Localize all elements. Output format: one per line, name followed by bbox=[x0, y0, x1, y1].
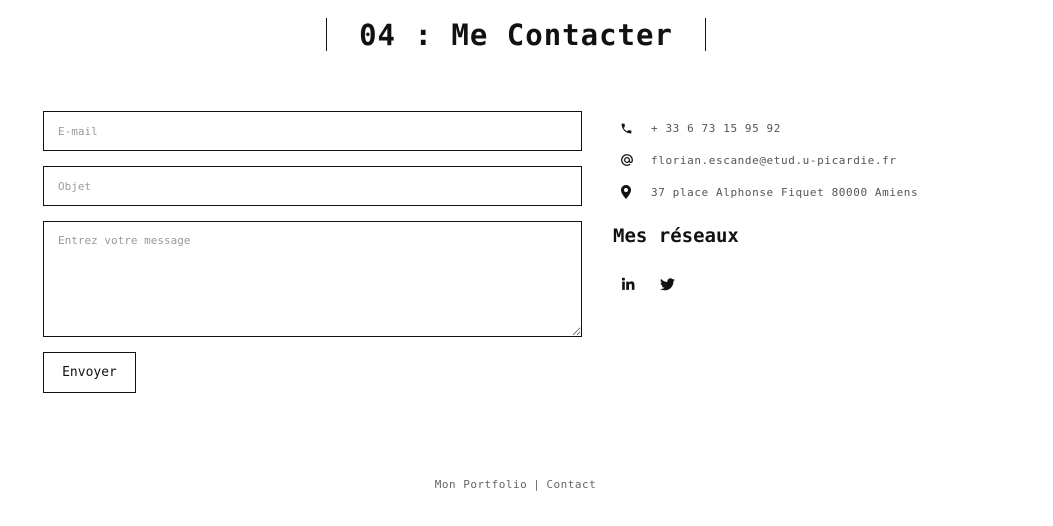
networks-heading: Mes réseaux bbox=[613, 225, 739, 247]
map-marker-icon bbox=[620, 184, 636, 200]
phone-icon bbox=[620, 120, 636, 136]
footer-link-contact[interactable]: Contact bbox=[546, 478, 596, 491]
footer-separator: | bbox=[533, 478, 541, 491]
email-field[interactable] bbox=[43, 111, 582, 151]
linkedin-icon bbox=[621, 276, 635, 295]
contact-phone-row: + 33 6 73 15 95 92 bbox=[620, 119, 781, 137]
section-title-frame: 04 : Me Contacter bbox=[326, 17, 706, 52]
at-icon bbox=[620, 152, 636, 168]
page-title: 04 : Me Contacter bbox=[359, 17, 673, 52]
subject-field[interactable] bbox=[43, 166, 582, 206]
contact-phone: + 33 6 73 15 95 92 bbox=[651, 121, 782, 135]
footer-link-portfolio[interactable]: Mon Portfolio bbox=[435, 478, 528, 491]
contact-email-row: florian.escande@etud.u-picardie.fr bbox=[620, 151, 897, 169]
twitter-icon bbox=[659, 276, 675, 295]
contact-address-row: 37 place Alphonse Fiquet 80000 Amiens bbox=[620, 183, 918, 201]
linkedin-link[interactable] bbox=[619, 276, 637, 294]
contact-address: 37 place Alphonse Fiquet 80000 Amiens bbox=[651, 185, 919, 199]
contact-email: florian.escande@etud.u-picardie.fr bbox=[651, 153, 897, 167]
twitter-link[interactable] bbox=[658, 276, 676, 294]
message-textarea[interactable] bbox=[43, 221, 582, 337]
send-button[interactable]: Envoyer bbox=[43, 352, 136, 393]
footer: Mon Portfolio | Contact bbox=[0, 478, 1031, 491]
